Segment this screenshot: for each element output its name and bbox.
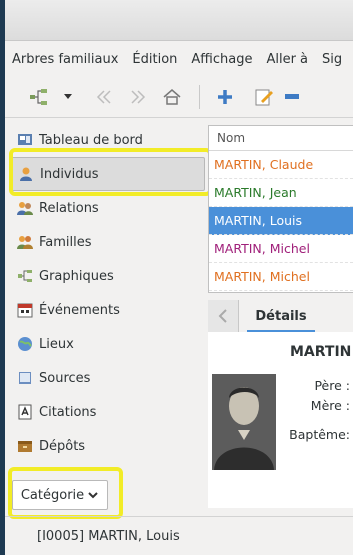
sidebar-item-relations[interactable]: Relations (9, 191, 205, 225)
person-photo[interactable] (212, 374, 276, 470)
relations-icon (17, 200, 33, 216)
sidebar-item-depots[interactable]: Dépôts (9, 429, 205, 463)
sidebar-item-evenements[interactable]: Événements (9, 293, 205, 327)
edit-button[interactable] (246, 84, 282, 110)
caret-down-icon (64, 94, 72, 99)
menu-affichage[interactable]: Affichage (184, 52, 259, 67)
column-header-name[interactable]: Nom (209, 126, 353, 151)
chevron-down-icon (88, 492, 98, 499)
add-button[interactable] (210, 84, 240, 110)
tree-icon (30, 89, 47, 105)
bottom-tabs: Détails (208, 300, 353, 333)
sidebar-item-label: Tableau de bord (39, 132, 143, 148)
sidebar-item-graphiques[interactable]: Graphiques (9, 259, 205, 293)
calendar-icon (17, 302, 33, 318)
dashboard-icon (17, 132, 33, 148)
navigator-sidebar: Tableau de bord Individus Relations Fami… (9, 123, 205, 508)
sidebar-item-label: Familles (39, 234, 92, 250)
father-label: Père : (314, 378, 350, 393)
home-icon (163, 89, 181, 105)
sidebar-item-label: Lieux (39, 336, 74, 352)
sidebar-item-label: Événements (39, 302, 120, 318)
menu-aller-a[interactable]: Aller à (259, 52, 315, 67)
toolbar (5, 77, 353, 118)
person-name-heading: MARTIN (290, 344, 352, 360)
portrait-image (212, 374, 276, 470)
plus-icon (218, 90, 232, 104)
status-bar: [I0005] MARTIN, Louis (5, 516, 353, 555)
charts-icon (17, 268, 33, 284)
home-button[interactable] (155, 84, 189, 110)
sidebar-item-label: Sources (39, 370, 91, 386)
tree-dropdown-button[interactable] (57, 84, 79, 110)
tree-view-button[interactable] (23, 84, 57, 110)
sidebar-item-sources[interactable]: Sources (9, 361, 205, 395)
arrow-left-icon (96, 90, 111, 104)
sidebar-item-label: Individus (40, 166, 99, 182)
mother-label: Mère : (310, 398, 350, 413)
person-list: Nom MARTIN, Claude MARTIN, Jean MARTIN, … (208, 125, 353, 293)
families-icon (17, 234, 33, 250)
sidebar-item-citations[interactable]: Citations (9, 395, 205, 429)
menu-edition[interactable]: Édition (125, 52, 184, 67)
repository-icon (17, 438, 33, 454)
person-icon (18, 166, 34, 182)
sidebar-item-lieux[interactable]: Lieux (9, 327, 205, 361)
sidebar-item-label: Dépôts (39, 438, 86, 454)
tab-details[interactable]: Détails (239, 300, 323, 333)
menu-arbres-familiaux[interactable]: Arbres familiaux (5, 52, 125, 67)
category-label: Catégorie (20, 487, 85, 503)
list-row[interactable]: MARTIN, Michel (209, 263, 353, 291)
category-button[interactable]: Catégorie (12, 480, 108, 510)
title-bar[interactable] (5, 0, 353, 41)
globe-icon (17, 336, 33, 352)
list-row-selected[interactable]: MARTIN, Louis (209, 207, 353, 235)
back-button[interactable] (87, 84, 121, 110)
list-row[interactable]: MARTIN, Claude (209, 151, 353, 179)
tab-scroll-left-button[interactable] (208, 300, 239, 332)
details-pane: MARTIN Père : Mère : Baptême: (208, 332, 353, 508)
sidebar-item-label: Relations (39, 200, 99, 216)
minus-icon (285, 94, 299, 99)
sidebar-item-individus[interactable]: Individus (9, 157, 205, 191)
list-row[interactable]: MARTIN, Michel (209, 235, 353, 263)
menu-signets[interactable]: Sig (315, 52, 349, 67)
sidebar-item-tableau-de-bord[interactable]: Tableau de bord (9, 123, 205, 157)
sidebar-item-label: Citations (39, 404, 97, 420)
sidebar-item-familles[interactable]: Familles (9, 225, 205, 259)
citation-icon (17, 404, 33, 420)
forward-button[interactable] (121, 84, 155, 110)
toolbar-separator (199, 85, 200, 109)
arrow-right-icon (131, 90, 146, 104)
menu-bar: Arbres familiaux Édition Affichage Aller… (5, 41, 353, 77)
chevron-left-icon (218, 309, 227, 323)
remove-button[interactable] (282, 84, 302, 110)
list-row[interactable]: MARTIN, Jean (209, 179, 353, 207)
edit-icon (255, 89, 273, 106)
book-icon (17, 370, 33, 386)
sidebar-item-label: Graphiques (39, 268, 114, 284)
status-text: [I0005] MARTIN, Louis (37, 528, 180, 544)
baptism-label: Baptême: (289, 427, 350, 442)
